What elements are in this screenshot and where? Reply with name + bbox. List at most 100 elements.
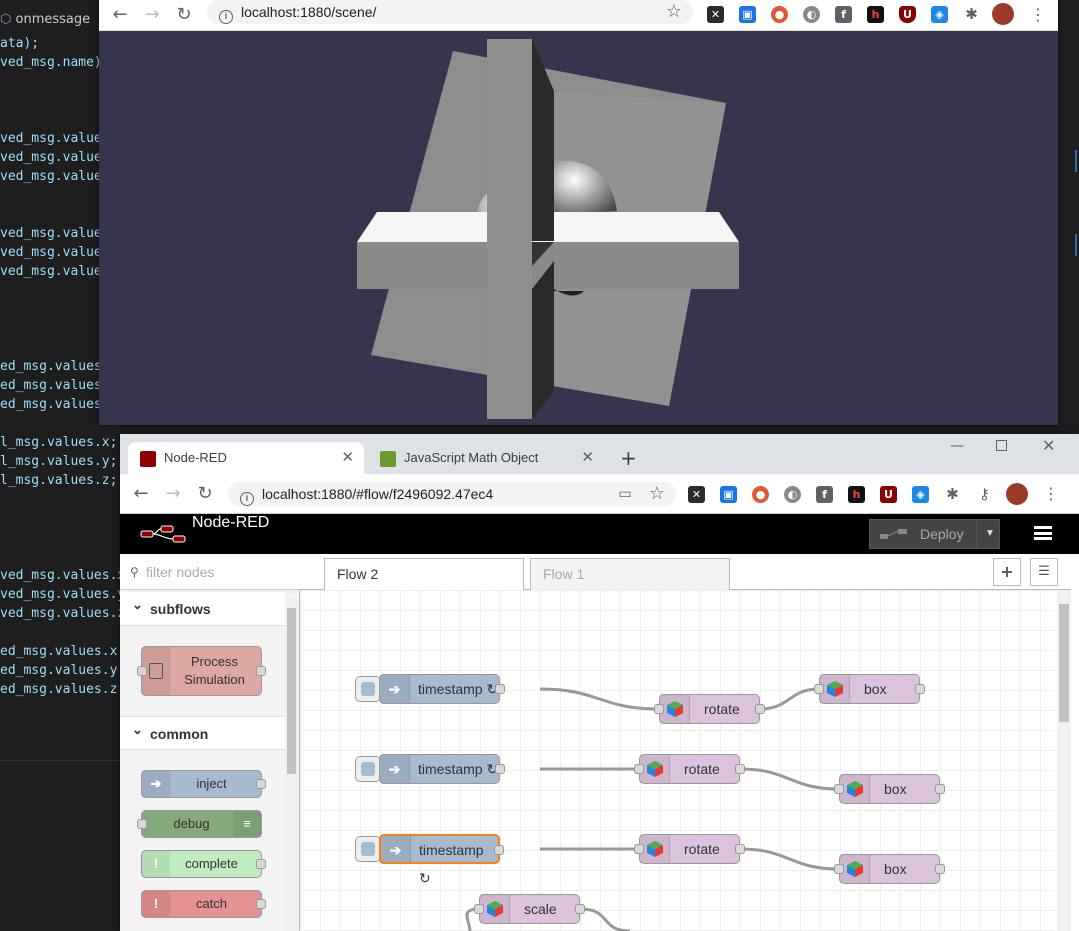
facebook-icon[interactable]: f: [835, 6, 852, 23]
tab-flow-1[interactable]: Flow 1: [530, 558, 730, 590]
back-icon[interactable]: ←: [109, 4, 131, 26]
deploy-dropdown-icon[interactable]: ▼: [976, 520, 995, 548]
flow-node-ts2[interactable]: ➔ timestamp ↻: [379, 754, 505, 784]
new-tab-icon[interactable]: +: [620, 446, 637, 470]
minimize-icon[interactable]: —: [950, 438, 964, 454]
wire[interactable]: [759, 687, 820, 711]
address-bar[interactable]: i localhost:1880/scene/: [207, 0, 693, 24]
palette-scrollbar[interactable]: [285, 598, 297, 931]
reload-icon[interactable]: ↻: [194, 483, 216, 505]
facebook-icon[interactable]: f: [816, 486, 833, 503]
input-port[interactable]: [654, 704, 664, 714]
wire[interactable]: [739, 767, 840, 791]
key-icon[interactable]: ⚷: [976, 486, 993, 503]
scroll-thumb[interactable]: [1059, 604, 1069, 722]
flow-node-ts3[interactable]: ➔ timestamp ↻: [379, 834, 504, 886]
puzzle-icon[interactable]: ✱: [963, 6, 980, 23]
cast-icon[interactable]: ▭: [614, 483, 636, 505]
3d-scene-canvas[interactable]: [99, 31, 1058, 425]
forward-icon[interactable]: →: [162, 483, 184, 505]
palette-node-debug[interactable]: ≡ debug: [137, 810, 262, 838]
menu-icon[interactable]: ⋮: [1027, 4, 1049, 26]
input-port[interactable]: [137, 819, 147, 829]
ublock-icon[interactable]: U: [899, 6, 916, 23]
hex-extension-icon[interactable]: ◈: [931, 6, 948, 23]
output-port[interactable]: [575, 904, 585, 914]
inject-trigger-button[interactable]: [355, 836, 381, 862]
duckduckgo-icon[interactable]: ●: [752, 486, 769, 503]
list-flows-button[interactable]: ☰: [1030, 558, 1058, 586]
circle-extension-icon[interactable]: ◐: [784, 486, 801, 503]
output-port[interactable]: [256, 666, 266, 676]
puzzle-icon[interactable]: ✱: [944, 486, 961, 503]
deploy-button[interactable]: Deploy ▼: [869, 519, 1000, 549]
input-port[interactable]: [834, 784, 844, 794]
hamburger-menu-icon[interactable]: [1034, 526, 1052, 540]
category-common[interactable]: common: [120, 713, 285, 750]
x-extension-icon[interactable]: ✕: [707, 6, 724, 23]
inject-trigger-button[interactable]: [355, 756, 381, 782]
input-port[interactable]: [814, 684, 824, 694]
output-port[interactable]: [495, 684, 505, 694]
output-port[interactable]: [256, 859, 266, 869]
wire[interactable]: [539, 687, 660, 711]
avatar[interactable]: [992, 3, 1014, 25]
presentation-extension-icon[interactable]: ▣: [720, 486, 737, 503]
inject-trigger-button[interactable]: [355, 676, 381, 702]
flow-node-rot3[interactable]: rotate: [634, 834, 745, 864]
flow-node-box2[interactable]: box: [834, 774, 945, 804]
flow-node-box3[interactable]: box: [834, 854, 945, 884]
maximize-icon[interactable]: [996, 440, 1007, 451]
output-port[interactable]: [755, 704, 765, 714]
back-icon[interactable]: ←: [130, 483, 152, 505]
close-icon[interactable]: ✕: [581, 442, 594, 474]
tab-math-object[interactable]: JavaScript Math Object ✕: [368, 442, 604, 474]
input-port[interactable]: [474, 904, 484, 914]
output-port[interactable]: [735, 844, 745, 854]
flow-node-rot1[interactable]: rotate: [654, 694, 765, 724]
output-port[interactable]: [915, 684, 925, 694]
output-port[interactable]: [735, 764, 745, 774]
x-extension-icon[interactable]: ✕: [688, 486, 705, 503]
output-port[interactable]: [935, 784, 945, 794]
category-subflows[interactable]: subflows: [120, 588, 285, 626]
flow-node-box1[interactable]: box: [814, 674, 925, 704]
avatar[interactable]: [1006, 483, 1028, 505]
star-icon[interactable]: ☆: [646, 483, 668, 505]
h-extension-icon[interactable]: h: [848, 486, 865, 503]
h-extension-icon[interactable]: h: [867, 6, 884, 23]
canvas-scrollbar[interactable]: [1057, 590, 1071, 931]
editor-tab[interactable]: ⬡ onmessage: [0, 12, 90, 27]
menu-icon[interactable]: ⋮: [1040, 483, 1062, 505]
flow-node-rot2[interactable]: rotate: [634, 754, 745, 784]
flow-node-scale[interactable]: scale: [474, 894, 585, 924]
palette-node-catch[interactable]: ! catch: [141, 890, 266, 918]
close-icon[interactable]: ✕: [341, 442, 354, 474]
flow-canvas[interactable]: ➔ timestamp ↻ rotate box ➔ timestamp ↻ rotate b…: [300, 590, 1055, 931]
palette-node-complete[interactable]: ! complete: [141, 850, 266, 878]
output-port[interactable]: [495, 764, 505, 774]
tab-flow-2[interactable]: Flow 2: [324, 558, 524, 591]
hex-extension-icon[interactable]: ◈: [912, 486, 929, 503]
input-port[interactable]: [137, 666, 147, 676]
output-port[interactable]: [256, 779, 266, 789]
ublock-icon[interactable]: U: [880, 486, 897, 503]
reload-icon[interactable]: ↻: [173, 4, 195, 26]
output-port[interactable]: [494, 845, 504, 855]
output-port[interactable]: [256, 899, 266, 909]
circle-extension-icon[interactable]: ◐: [803, 6, 820, 23]
presentation-extension-icon[interactable]: ▣: [739, 6, 756, 23]
add-flow-button[interactable]: +: [993, 558, 1021, 586]
filter-nodes-input[interactable]: ⚲ filter nodes: [120, 554, 300, 590]
close-window-icon[interactable]: ✕: [1042, 436, 1055, 455]
address-bar[interactable]: i localhost:1880/#flow/f2496092.47ec4: [228, 482, 676, 506]
forward-icon[interactable]: →: [141, 4, 163, 26]
input-port[interactable]: [634, 764, 644, 774]
input-port[interactable]: [834, 864, 844, 874]
palette-node-process-simulation[interactable]: Process Simulation: [137, 646, 266, 696]
wire[interactable]: [739, 847, 840, 871]
output-port[interactable]: [935, 864, 945, 874]
palette-node-inject[interactable]: ➔ inject: [141, 770, 266, 798]
duckduckgo-icon[interactable]: ●: [771, 6, 788, 23]
scroll-thumb[interactable]: [287, 608, 296, 774]
